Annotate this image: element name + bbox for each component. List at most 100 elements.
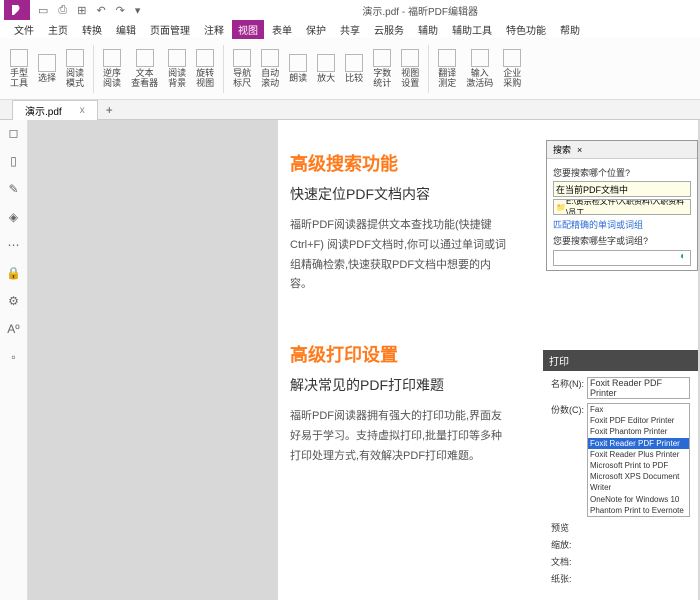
search-term-label: 您要搜索哪些字或词组? xyxy=(553,234,691,247)
ribbon-icon-10 xyxy=(317,54,335,72)
printer-option[interactable]: Foxit Reader PDF Printer xyxy=(588,438,689,449)
ribbon-6[interactable]: 旋转视图 xyxy=(192,47,218,91)
search-go-icon[interactable]: ◐ xyxy=(676,251,690,265)
ribbon-9[interactable]: 朗读 xyxy=(285,52,311,86)
more-icon[interactable]: ▫ xyxy=(7,350,21,364)
tags-icon[interactable]: Aº xyxy=(7,322,21,336)
qat-save-icon[interactable]: ⎙ xyxy=(58,4,67,17)
workspace: ◻ ▯ ✎ ◈ ⋯ 🔒 ⚙ Aº ▫ 高级搜索功能 快速定位PDF文档内容 福昕… xyxy=(0,120,700,600)
section2-body: 福昕PDF阅读器拥有强大的打印功能,界面友好易于学习。支持虚拟打印,批量打印等多… xyxy=(290,407,510,466)
printer-list[interactable]: FaxFoxit PDF Editor PrinterFoxit Phantom… xyxy=(587,403,690,517)
printer-option[interactable]: Phantom Print to Evernote xyxy=(588,505,689,516)
menu-14[interactable]: 帮助 xyxy=(554,20,586,39)
ribbon-2[interactable]: 阅读模式 xyxy=(62,47,88,91)
ribbon-icon-11 xyxy=(345,54,363,72)
printer-option[interactable]: Foxit Reader Plus Printer xyxy=(588,449,689,460)
search-panel: 搜索 × 您要搜索哪个位置? 在当前PDF文档中 📁 E:\黄宗检文件\入职资料… xyxy=(546,140,698,271)
comments-icon[interactable]: ✎ xyxy=(7,182,21,196)
attachments-icon[interactable]: ⋯ xyxy=(7,238,21,252)
ribbon-icon-15 xyxy=(471,49,489,67)
document-tabbar: 演示.pdf x + xyxy=(0,100,700,120)
ribbon-icon-0 xyxy=(10,49,28,67)
search-path-field[interactable]: 📁 E:\黄宗检文件\入职资料\入职资料\员工... xyxy=(553,199,691,215)
qat-redo-icon[interactable]: ↷ xyxy=(116,4,125,17)
search-location-select[interactable]: 在当前PDF文档中 xyxy=(553,181,691,197)
menu-9[interactable]: 共享 xyxy=(334,20,366,39)
search-panel-close-icon[interactable]: × xyxy=(577,145,582,155)
menu-8[interactable]: 保护 xyxy=(300,20,332,39)
titlebar: ▭ ⎙ ⊞ ↶ ↷ ▾ 演示.pdf - 福昕PDF编辑器 xyxy=(0,0,700,20)
menu-11[interactable]: 辅助 xyxy=(412,20,444,39)
ribbon-0[interactable]: 手型工具 xyxy=(6,47,32,91)
menu-2[interactable]: 转换 xyxy=(76,20,108,39)
ribbon-icon-5 xyxy=(168,49,186,67)
ribbon-5[interactable]: 阅读背景 xyxy=(164,47,190,91)
doc-label: 文档: xyxy=(551,555,587,568)
ribbon-3[interactable]: 逆序阅读 xyxy=(99,47,125,91)
printer-name-label: 名称(N): xyxy=(551,377,587,390)
menu-10[interactable]: 云服务 xyxy=(368,20,410,39)
printer-option[interactable]: Microsoft XPS Document Writer xyxy=(588,471,689,493)
ribbon-1[interactable]: 选择 xyxy=(34,52,60,86)
ribbon-icon-8 xyxy=(261,49,279,67)
ribbon-icon-2 xyxy=(66,49,84,67)
ribbon-15[interactable]: 输入激活码 xyxy=(462,47,497,91)
ribbon-14[interactable]: 翻译测定 xyxy=(434,47,460,91)
document-canvas[interactable]: 高级搜索功能 快速定位PDF文档内容 福昕PDF阅读器提供文本查找功能(快捷键C… xyxy=(28,120,700,600)
document-tab[interactable]: 演示.pdf x xyxy=(12,100,98,120)
menu-6[interactable]: 视图 xyxy=(232,20,264,39)
bookmark-icon[interactable]: ◻ xyxy=(7,126,21,140)
menu-7[interactable]: 表单 xyxy=(266,20,298,39)
ribbon-8[interactable]: 自动滚动 xyxy=(257,47,283,91)
copies-label: 份数(C): xyxy=(551,403,587,416)
tab-close-icon[interactable]: x xyxy=(80,105,85,116)
qat-print-icon[interactable]: ⊞ xyxy=(77,4,86,17)
printer-option[interactable]: Fax xyxy=(588,404,689,415)
printer-option[interactable]: Foxit PDF Editor Printer xyxy=(588,415,689,426)
menu-0[interactable]: 文件 xyxy=(8,20,40,39)
preview-label: 预览 xyxy=(551,521,587,534)
print-panel: 打印 名称(N): Foxit Reader PDF Printer 份数(C)… xyxy=(543,350,698,591)
printer-name-select[interactable]: Foxit Reader PDF Printer xyxy=(587,377,690,399)
search-input-row: ◐ xyxy=(553,250,691,266)
signatures-icon[interactable]: ⚙ xyxy=(7,294,21,308)
security-icon[interactable]: 🔒 xyxy=(7,266,21,280)
ribbon-13[interactable]: 视图设置 xyxy=(397,47,423,91)
search-panel-title: 搜索 xyxy=(553,143,571,156)
ribbon-icon-13 xyxy=(401,49,419,67)
pdf-page: 高级搜索功能 快速定位PDF文档内容 福昕PDF阅读器提供文本查找功能(快捷键C… xyxy=(278,120,698,600)
ribbon-icon-6 xyxy=(196,49,214,67)
left-sidebar: ◻ ▯ ✎ ◈ ⋯ 🔒 ⚙ Aº ▫ xyxy=(0,120,28,600)
ribbon-icon-9 xyxy=(289,54,307,72)
ribbon-11[interactable]: 比较 xyxy=(341,52,367,86)
printer-option[interactable]: Microsoft Print to PDF xyxy=(588,460,689,471)
menu-13[interactable]: 特色功能 xyxy=(500,20,552,39)
search-match-option[interactable]: 匹配精确的单词或词组 xyxy=(553,218,691,231)
ribbon-7[interactable]: 导航标尺 xyxy=(229,47,255,91)
menu-5[interactable]: 注释 xyxy=(198,20,230,39)
printer-option[interactable]: OneNote for Windows 10 xyxy=(588,494,689,505)
qat-open-icon[interactable]: ▭ xyxy=(38,4,48,17)
scale-label: 缩放: xyxy=(551,538,587,551)
layers-icon[interactable]: ◈ xyxy=(7,210,21,224)
qat-undo-icon[interactable]: ↶ xyxy=(96,4,105,17)
ribbon-4[interactable]: 文本查看器 xyxy=(127,47,162,91)
menu-4[interactable]: 页面管理 xyxy=(144,20,196,39)
menu-3[interactable]: 编辑 xyxy=(110,20,142,39)
ribbon-icon-7 xyxy=(233,49,251,67)
printer-option[interactable]: Foxit Phantom Printer xyxy=(588,426,689,437)
app-logo xyxy=(4,0,30,20)
new-tab-button[interactable]: + xyxy=(106,103,113,117)
ribbon-16[interactable]: 企业采购 xyxy=(499,47,525,91)
ribbon-icon-12 xyxy=(373,49,391,67)
paper-label: 纸张: xyxy=(551,572,587,585)
ribbon-10[interactable]: 放大 xyxy=(313,52,339,86)
menubar: 文件主页转换编辑页面管理注释视图表单保护共享云服务辅助辅助工具特色功能帮助 xyxy=(0,20,700,38)
search-input[interactable] xyxy=(554,251,676,265)
ribbon-12[interactable]: 字数统计 xyxy=(369,47,395,91)
section1-body: 福昕PDF阅读器提供文本查找功能(快捷键Ctrl+F) 阅读PDF文档时,你可以… xyxy=(290,216,510,295)
pages-icon[interactable]: ▯ xyxy=(7,154,21,168)
search-location-label: 您要搜索哪个位置? xyxy=(553,166,691,179)
menu-12[interactable]: 辅助工具 xyxy=(446,20,498,39)
menu-1[interactable]: 主页 xyxy=(42,20,74,39)
